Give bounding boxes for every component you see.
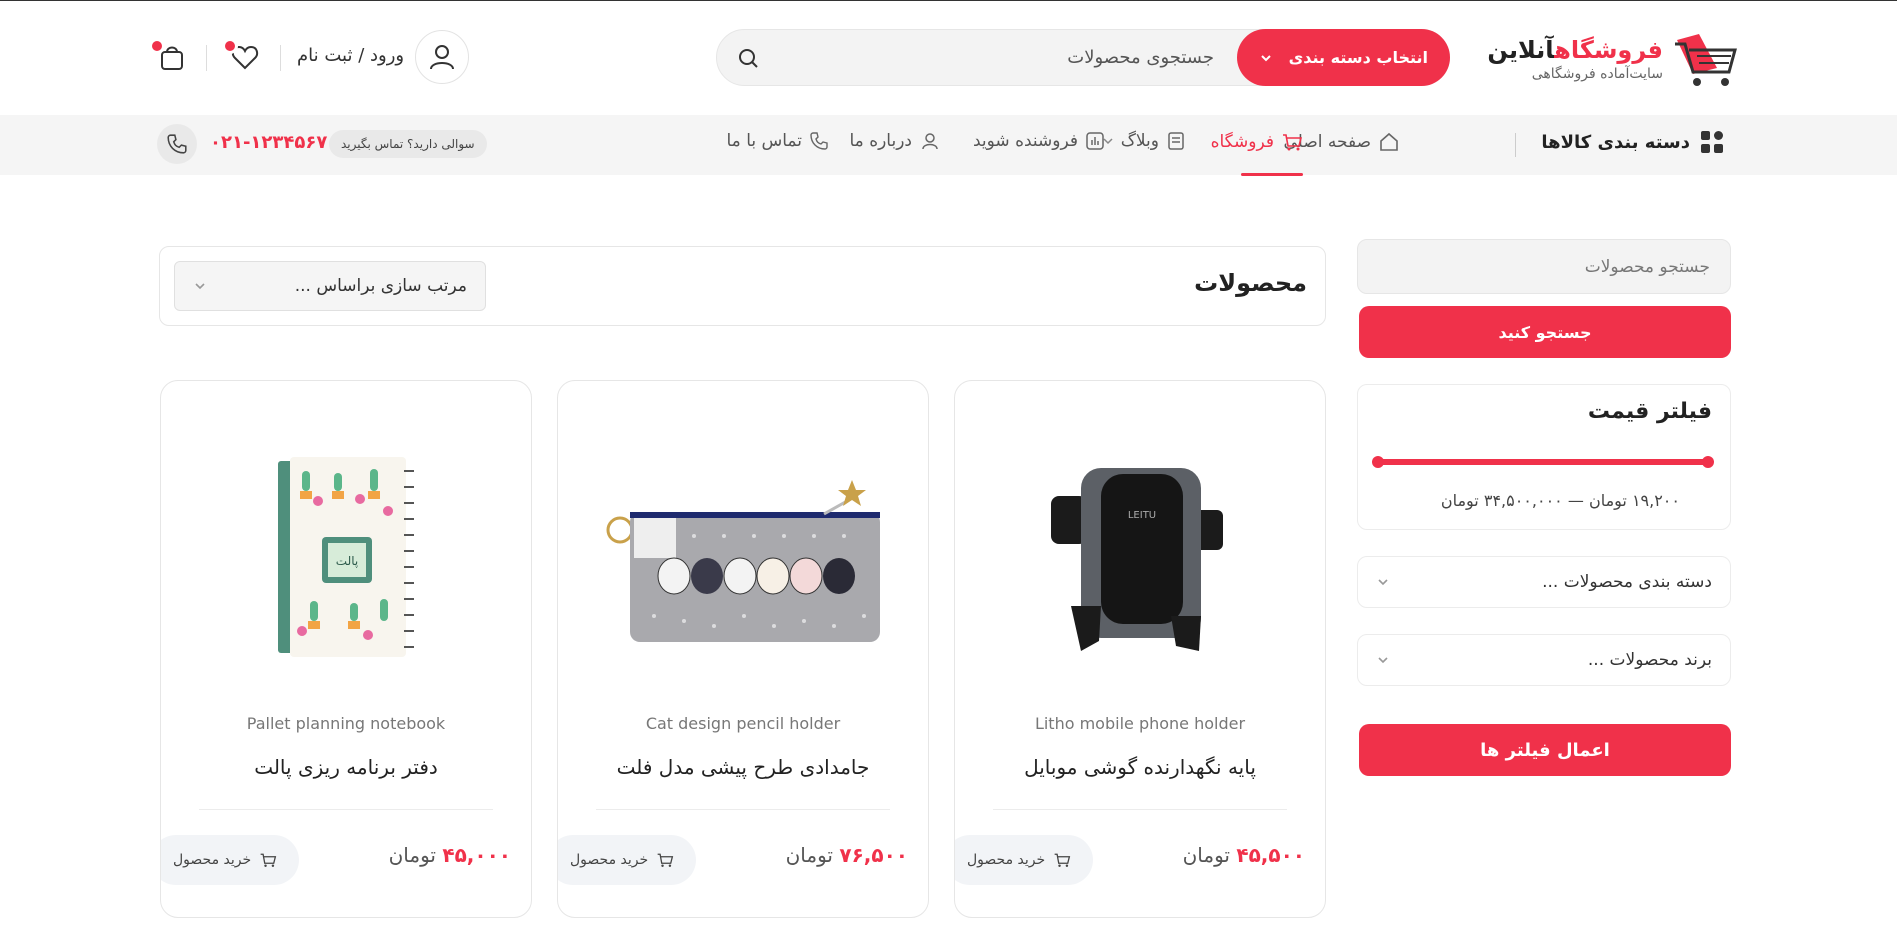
product-price: ۷۶,۵۰۰ تومان (785, 843, 908, 867)
active-nav-indicator (1241, 173, 1303, 176)
product-name-en: Pallet planning notebook (246, 714, 446, 733)
buy-product-button[interactable]: خرید محصول (955, 835, 1094, 885)
products-header: محصولات مرتب سازی براساس ... (159, 246, 1326, 326)
brand-filter-dropdown[interactable]: برند محصولات ... (1357, 634, 1731, 686)
brand-filter-label: برند محصولات ... (1587, 650, 1712, 670)
notebook-image: پالت (278, 457, 414, 657)
nav-item-contact-label: تماس با ما (726, 131, 803, 151)
product-name[interactable]: پایه نگهدارنده گوشی موبایل (955, 755, 1325, 779)
page-title: محصولات (1194, 269, 1307, 297)
sort-dropdown[interactable]: مرتب سازی براساس ... (174, 261, 486, 311)
phone-ring-icon (167, 134, 187, 154)
price-filter-title: فیلتر قیمت (1587, 399, 1712, 424)
category-filter-label: دسته بندی محصولات ... (1542, 572, 1712, 592)
chevron-down-icon (1378, 657, 1388, 664)
home-icon (1380, 132, 1398, 151)
call-button[interactable] (157, 124, 197, 164)
product-price: ۴۵,۰۰۰ تومان (388, 843, 511, 867)
cart-icon (1283, 134, 1303, 151)
nav-item-about-label: درباره ما (849, 131, 913, 151)
nav-item-blog[interactable]: وبلاگ (1102, 131, 1186, 151)
wishlist-button[interactable] (222, 38, 260, 72)
chart-icon (1086, 132, 1104, 150)
cart-icon (1054, 853, 1071, 867)
header-search: انتخاب دسته بندی جستجوی محصولات (716, 29, 1450, 86)
site-logo[interactable]: فروشگاهآنلاین سایت‌آماده فروشگاهی (1487, 30, 1737, 90)
nav-item-contact[interactable]: تماس با ما (727, 131, 830, 151)
buy-product-button[interactable]: خرید محصول (161, 835, 300, 885)
nav-item-blog-label: وبلاگ (1120, 131, 1159, 151)
support-phone[interactable]: ۰۲۱-۱۲۳۴۵۶۷ (210, 132, 327, 153)
user-avatar-button[interactable] (415, 30, 469, 84)
divider (206, 45, 207, 71)
buy-product-label: خرید محصول (570, 852, 649, 868)
wishlist-badge (222, 38, 238, 54)
card-divider (596, 809, 890, 810)
buy-product-label: خرید محصول (173, 852, 252, 868)
nav-item-about[interactable]: درباره ما (850, 131, 942, 151)
cart-button[interactable] (149, 38, 187, 72)
phone-holder-image: LEITU (1051, 468, 1223, 651)
pencil-case-image (606, 480, 880, 642)
nav-item-become-seller-label: فروشنده شوید (972, 131, 1078, 151)
product-name[interactable]: دفتر برنامه ریزی پالت (161, 755, 531, 779)
cart-icon (260, 853, 277, 867)
product-image[interactable]: پالت (161, 441, 531, 671)
divider (280, 45, 281, 71)
nav-divider (1515, 133, 1516, 157)
users-icon (922, 133, 938, 150)
logo-subtitle: سایت‌آماده فروشگاهی (1531, 66, 1663, 82)
category-select-label: انتخاب دسته بندی (1288, 48, 1428, 67)
product-card[interactable]: پالت Pallet planning notebook دفتر برنام… (160, 380, 532, 918)
svg-text:LEITU: LEITU (1128, 510, 1156, 521)
buy-product-button[interactable]: خرید محصول (558, 835, 697, 885)
chevron-down-icon (195, 283, 205, 290)
cart-icon (657, 853, 674, 867)
logo-title: فروشگاهآنلاین (1487, 36, 1663, 64)
price-slider-track[interactable] (1372, 456, 1714, 468)
card-divider (199, 809, 493, 810)
search-input[interactable]: جستجوی محصولات (1067, 47, 1214, 68)
top-border (0, 0, 1897, 1)
product-card[interactable]: Cat design pencil holder جامدادی طرح پیش… (557, 380, 929, 918)
svg-text:پالت: پالت (336, 554, 358, 568)
sidebar-search-input[interactable]: جستجو محصولات (1357, 239, 1731, 294)
card-divider (993, 809, 1287, 810)
chevron-down-icon (1378, 579, 1388, 586)
product-card[interactable]: LEITU Litho mobile phone holder پایه نگه… (954, 380, 1326, 918)
category-select-button[interactable]: انتخاب دسته بندی (1237, 29, 1450, 86)
user-icon (430, 45, 454, 70)
nav-categories[interactable]: دسته بندی کالاها (1541, 130, 1724, 154)
product-image[interactable] (558, 441, 928, 671)
contact-question-pill: سوالی دارید؟ تماس بگیرید (329, 130, 487, 158)
product-name-en: Cat design pencil holder (645, 714, 841, 733)
search-icon[interactable] (737, 47, 759, 69)
phone-icon (810, 132, 828, 150)
login-link[interactable]: ورود / ثبت نام (297, 45, 404, 66)
price-slider-min-handle[interactable] (1372, 456, 1384, 468)
product-image[interactable]: LEITU (955, 441, 1325, 671)
price-range-text: ۱۹,۲۰۰ تومان — ۳۴,۵۰۰,۰۰۰ تومان (1440, 491, 1680, 510)
buy-product-label: خرید محصول (967, 852, 1046, 868)
nav-item-become-seller[interactable]: فروشنده شوید (973, 131, 1105, 151)
product-name[interactable]: جامدادی طرح پیشی مدل فلت (558, 755, 928, 779)
nav-categories-label: دسته بندی کالاها (1541, 131, 1690, 153)
grid-icon (1701, 131, 1723, 153)
product-price: ۴۵,۵۰۰ تومان (1182, 843, 1305, 867)
cart-logo-icon (1675, 34, 1737, 86)
chevron-down-icon (1261, 54, 1271, 61)
price-slider-max-handle[interactable] (1702, 456, 1714, 468)
product-name-en: Litho mobile phone holder (1034, 714, 1246, 733)
sort-dropdown-label: مرتب سازی براساس ... (294, 276, 467, 296)
category-filter-dropdown[interactable]: دسته بندی محصولات ... (1357, 556, 1731, 608)
document-icon (1168, 132, 1184, 150)
price-filter-panel: فیلتر قیمت ۱۹,۲۰۰ تومان — ۳۴,۵۰۰,۰۰۰ توم… (1357, 384, 1731, 530)
nav-item-shop-label: فروشگاه (1210, 132, 1274, 152)
nav-item-shop[interactable]: فروشگاه (1211, 131, 1303, 153)
cart-badge (149, 38, 165, 54)
sidebar-search-button[interactable]: جستجو کنید (1359, 306, 1731, 358)
apply-filters-button[interactable]: اعمال فیلتر ها (1359, 724, 1731, 776)
